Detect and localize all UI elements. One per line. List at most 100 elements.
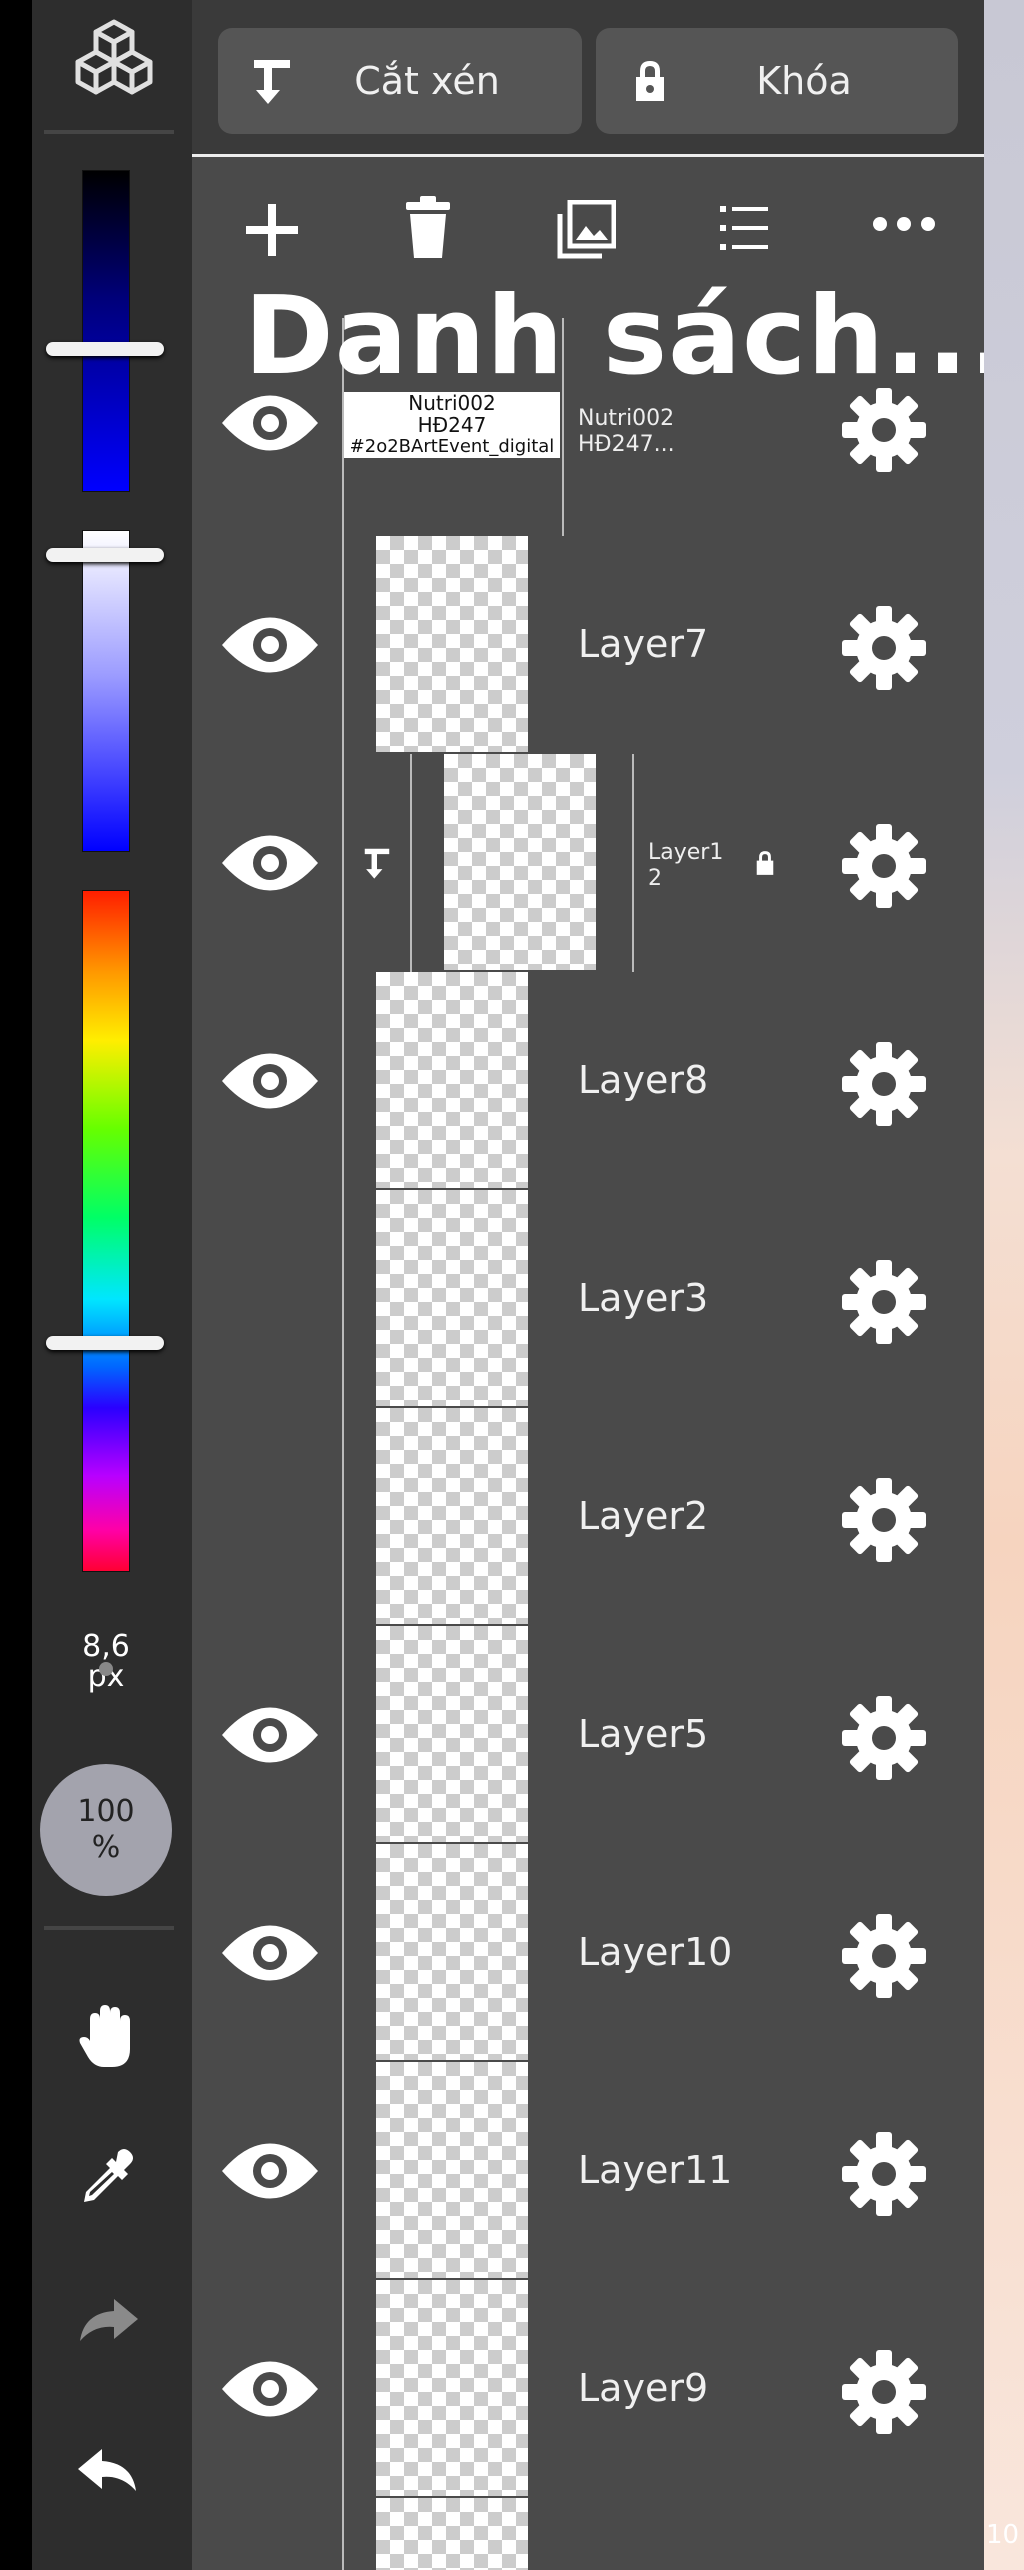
gear-icon[interactable] — [842, 606, 926, 690]
gear-icon[interactable] — [842, 2132, 926, 2216]
panel-title: Danh sách... — [244, 274, 1012, 399]
clip-arrow-icon — [254, 60, 290, 104]
layer-tree-line — [342, 1626, 344, 1844]
layer-tree-line — [342, 972, 344, 1190]
eye-icon[interactable] — [220, 1918, 320, 1988]
thumb-text: #2o2BArtEvent_digital — [349, 436, 555, 457]
brightness-slider-thumb[interactable] — [46, 342, 164, 356]
hand-icon — [79, 2005, 130, 2067]
brightness-slider[interactable] — [82, 170, 130, 492]
hue-slider-thumb[interactable] — [46, 1336, 164, 1350]
layer-tree-line — [342, 2062, 344, 2280]
layer-tree-line — [342, 754, 344, 972]
plus-icon[interactable] — [242, 200, 302, 260]
opacity-unit: % — [91, 1830, 121, 1865]
opacity-button[interactable]: 100% — [40, 1764, 172, 1896]
undo-icon — [78, 2449, 136, 2491]
layer-thumbnail — [376, 972, 528, 1188]
gear-icon[interactable] — [842, 1042, 926, 1126]
gear-icon[interactable] — [842, 1696, 926, 1780]
brush-size-value: 8,6 — [82, 1629, 130, 1664]
layer-name: Layer1 2 — [648, 840, 723, 892]
layer-tree-line — [342, 1190, 344, 1408]
saturation-slider-thumb[interactable] — [46, 548, 164, 562]
layer-thumbnail — [376, 2062, 528, 2278]
layer-name: Layer11 — [578, 2148, 733, 2192]
layer-name: Layer3 — [578, 1276, 709, 1320]
thumb-text: HĐ247 — [417, 413, 487, 437]
eye-icon[interactable] — [220, 1700, 320, 1770]
gear-icon[interactable] — [842, 2350, 926, 2434]
layer-thumbnail — [376, 1844, 528, 2060]
eye-icon[interactable] — [220, 1046, 320, 1116]
gear-icon[interactable] — [842, 824, 926, 908]
layer-row[interactable]: Layer5 — [192, 1626, 984, 1847]
layer-name: Layer10 — [578, 1930, 733, 1974]
trash-icon[interactable] — [404, 196, 452, 260]
eye-icon[interactable] — [220, 2136, 320, 2206]
layer-row[interactable]: Layer11 — [192, 2062, 984, 2283]
gear-icon[interactable] — [842, 1478, 926, 1562]
lock-icon — [636, 61, 664, 101]
lock-icon — [756, 851, 774, 875]
layer-thumbnail — [444, 754, 596, 970]
cube-icon[interactable] — [68, 18, 160, 104]
undo-button[interactable] — [66, 2428, 150, 2512]
layer-row[interactable]: Layer9 — [192, 2280, 984, 2501]
clip-arrow-icon — [364, 848, 390, 879]
clip-button-label: Cắt xén — [354, 59, 500, 103]
layer-name: Layer2 — [578, 1494, 709, 1538]
lock-button-label: Khóa — [756, 59, 852, 103]
layer-row[interactable]: Layer3 — [192, 1190, 984, 1411]
layer-thumbnail — [376, 2498, 528, 2570]
redo-button[interactable] — [66, 2278, 150, 2362]
layer-row[interactable]: Layer10 — [192, 1844, 984, 2065]
divider — [44, 130, 174, 134]
layer-name: Layer9 — [578, 2366, 709, 2410]
layer-thumbnail — [376, 1190, 528, 1406]
clip-button[interactable]: Cắt xén — [218, 28, 582, 134]
eye-icon[interactable] — [220, 2354, 320, 2424]
layer-thumbnail — [376, 1408, 528, 1624]
eyedropper-icon — [84, 2149, 133, 2202]
layer-tree-line — [342, 1408, 344, 1626]
gear-icon[interactable] — [842, 1914, 926, 1998]
divider — [44, 1926, 174, 1930]
image-icon[interactable] — [556, 200, 616, 260]
layer-tree-line — [410, 754, 412, 972]
layer-name: Layer8 — [578, 1058, 709, 1102]
layer-name: Layer5 — [578, 1712, 709, 1756]
hand-tool-button[interactable] — [66, 1994, 150, 2078]
layer-tree-line — [342, 1844, 344, 2062]
brush-size-dot — [99, 1662, 113, 1676]
layer-name: Layer7 — [578, 622, 709, 666]
layer-row[interactable] — [192, 2498, 984, 2570]
layer-thumbnail — [376, 2280, 528, 2496]
layer-row[interactable]: Layer1 2 — [192, 754, 984, 975]
eyedropper-tool-button[interactable] — [66, 2134, 150, 2218]
zoom-text: 10 — [986, 2520, 1020, 2550]
hue-slider[interactable] — [82, 890, 130, 1572]
layer-name-line: Layer1 — [648, 840, 724, 865]
more-icon[interactable] — [872, 216, 936, 232]
layer-tree-line — [342, 2498, 344, 2570]
layer-name-line: HĐ247... — [578, 432, 675, 457]
layer-thumbnail — [376, 1626, 528, 1842]
layer-row[interactable]: Layer8 — [192, 972, 984, 1193]
layer-tree-line — [342, 536, 344, 754]
drawing-canvas[interactable] — [984, 0, 1024, 2570]
opacity-value: 100 — [77, 1794, 135, 1829]
eye-icon[interactable] — [220, 828, 320, 898]
lock-button[interactable]: Khóa — [596, 28, 958, 134]
layer-name-line: 2 — [648, 866, 662, 891]
layer-row[interactable]: Layer2 — [192, 1408, 984, 1629]
saturation-slider[interactable] — [82, 530, 130, 852]
brush-size-indicator[interactable]: 8,6 px — [62, 1632, 150, 1692]
layer-name: Nutri002 HĐ247... — [578, 406, 675, 458]
redo-icon — [80, 2299, 138, 2341]
list-icon[interactable] — [718, 200, 770, 256]
gear-icon[interactable] — [842, 1260, 926, 1344]
eye-icon[interactable] — [220, 610, 320, 680]
layer-row[interactable]: Layer7 — [192, 536, 984, 757]
layer-tree-line — [632, 754, 634, 972]
